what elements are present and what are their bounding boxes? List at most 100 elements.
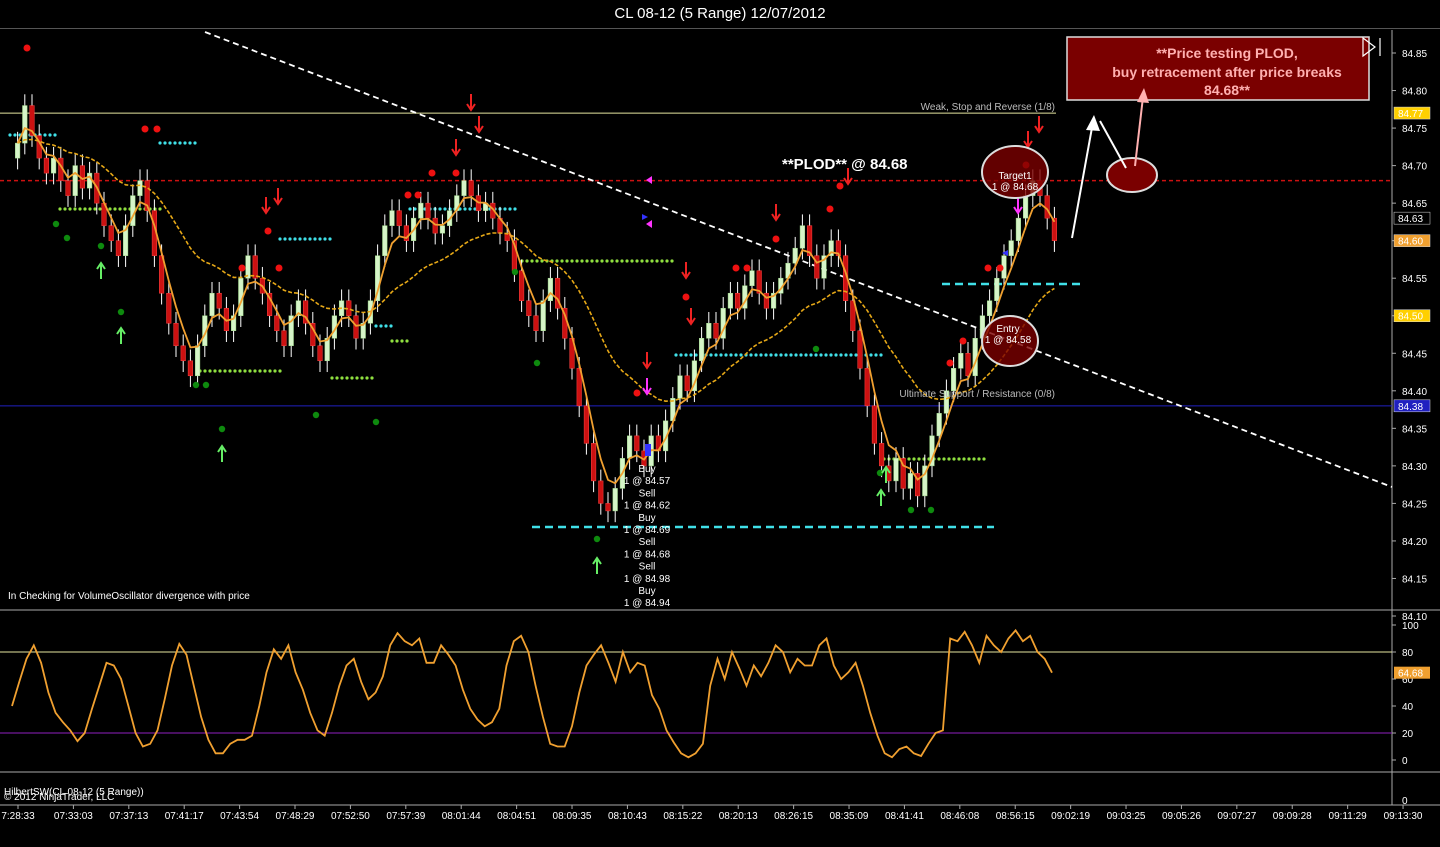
indicator-dot: [468, 207, 472, 211]
up-candle: [936, 413, 942, 437]
buy-arrow-icon: [876, 488, 886, 506]
indicator-dot: [408, 207, 412, 211]
down-candle: [173, 322, 179, 347]
up-candle: [677, 375, 683, 399]
x-tick-label: 09:02:19: [1051, 811, 1090, 822]
up-candle: [699, 338, 705, 362]
x-tick-label: 07:52:50: [331, 811, 370, 822]
pink-arrow-icon: [1013, 197, 1023, 215]
level-lines: [0, 31, 1393, 529]
sell-signal-dot: [772, 235, 780, 243]
x-tick-label: 09:03:25: [1107, 811, 1146, 822]
down-candle: [857, 330, 863, 369]
sell-signal-dot: [946, 359, 954, 367]
indicator-dot: [962, 457, 966, 461]
price-marker-label: 84.60: [1398, 237, 1423, 248]
indicator-dot: [804, 353, 808, 357]
buy-signal-dot: [97, 242, 105, 250]
down-candle: [526, 300, 532, 316]
sell-signal-dot: [414, 191, 422, 199]
indicator-dot: [163, 141, 167, 145]
indicator-dot: [463, 207, 467, 211]
up-candle: [439, 225, 445, 234]
y-tick-label: 84.20: [1402, 537, 1427, 548]
sell-arrow-icon: [771, 204, 781, 222]
indicator-dot: [844, 353, 848, 357]
indicator-dot: [560, 259, 564, 263]
sell-signal-dot: [633, 389, 641, 397]
indicator-dot: [947, 457, 951, 461]
buy-signal-dot: [192, 381, 200, 389]
indicator-dot: [53, 133, 57, 137]
indicator-dot: [173, 141, 177, 145]
x-tick-label: 07:37:13: [109, 811, 148, 822]
indicator-dot: [824, 353, 828, 357]
indicator-dot: [208, 369, 212, 373]
indicator-dot: [585, 259, 589, 263]
indicator-dot: [540, 259, 544, 263]
callout-box: **Price testing PLOD, buy retracement af…: [1066, 36, 1370, 101]
down-candle: [735, 292, 741, 309]
indicator-dot: [268, 369, 272, 373]
down-candle: [115, 240, 121, 256]
indicator-dot: [345, 376, 349, 380]
axes-layer: 84.85 84.80 84.75 84.70 84.65 84.60 84.55 84.50…: [1, 49, 1431, 822]
indicator-dot: [630, 259, 634, 263]
indicator-dot: [360, 376, 364, 380]
indicator-dot: [839, 353, 843, 357]
indicator-dot: [508, 207, 512, 211]
down-candle: [634, 435, 640, 452]
indicator-dot: [689, 353, 693, 357]
x-tick-label: 08:35:09: [830, 811, 869, 822]
buy-signal-dot: [117, 308, 125, 316]
osc-y-tick-label: 80: [1402, 648, 1414, 659]
down-candle: [598, 480, 604, 504]
indicator-dot: [724, 353, 728, 357]
x-tick-label: 08:04:51: [497, 811, 536, 822]
sell-signal-dot: [836, 182, 844, 190]
sell-arrow-icon: [261, 197, 271, 215]
indicator-dot: [188, 141, 192, 145]
up-candle: [958, 353, 964, 369]
buy-signal-dot: [312, 411, 320, 419]
down-candle: [180, 345, 186, 362]
indicator-dot: [158, 141, 162, 145]
indicator-dot: [640, 259, 644, 263]
indicator-dot: [223, 369, 227, 373]
trade-text: Buy: [638, 586, 655, 597]
indicator-dot: [318, 237, 322, 241]
sell-signal-dot: [153, 125, 161, 133]
trade-text: 1 @ 84.57: [624, 476, 671, 487]
y-tick-label: 84.35: [1402, 424, 1427, 435]
x-tick-label: 09:11:29: [1329, 811, 1368, 822]
down-candle: [432, 217, 438, 234]
down-candle: [533, 315, 539, 332]
indicator-dot: [869, 353, 873, 357]
indicator-dot: [340, 376, 344, 380]
indicator-dot: [258, 369, 262, 373]
down-candle: [274, 315, 280, 332]
chart-area[interactable]: 84.85 84.80 84.75 84.70 84.65 84.60 84.55 84.50…: [0, 0, 1440, 847]
indicator-dot: [799, 353, 803, 357]
indicator-dot: [674, 353, 678, 357]
indicator-dot: [330, 376, 334, 380]
up-candle: [749, 270, 755, 286]
sell-signal-dot: [238, 264, 246, 272]
indicator-dot: [13, 133, 17, 137]
indicator-dot: [389, 324, 393, 328]
indicator-dot: [153, 207, 157, 211]
indicator-dot: [565, 259, 569, 263]
sell-arrow-icon: [642, 352, 652, 370]
up-candle: [706, 322, 712, 339]
price-marker-label: 84.38: [1398, 402, 1423, 413]
buy-signal-dot: [218, 425, 226, 433]
down-candle: [353, 315, 359, 339]
sell-signal-dot: [959, 337, 967, 345]
trade-text: Buy: [638, 513, 655, 524]
down-candle: [108, 225, 114, 241]
y-tick-label: 84.65: [1402, 199, 1427, 210]
indicator-dot: [605, 259, 609, 263]
indicator-dot: [384, 324, 388, 328]
callout-line-2: buy retracement after price breaks: [1112, 64, 1342, 80]
down-candle: [519, 270, 525, 301]
